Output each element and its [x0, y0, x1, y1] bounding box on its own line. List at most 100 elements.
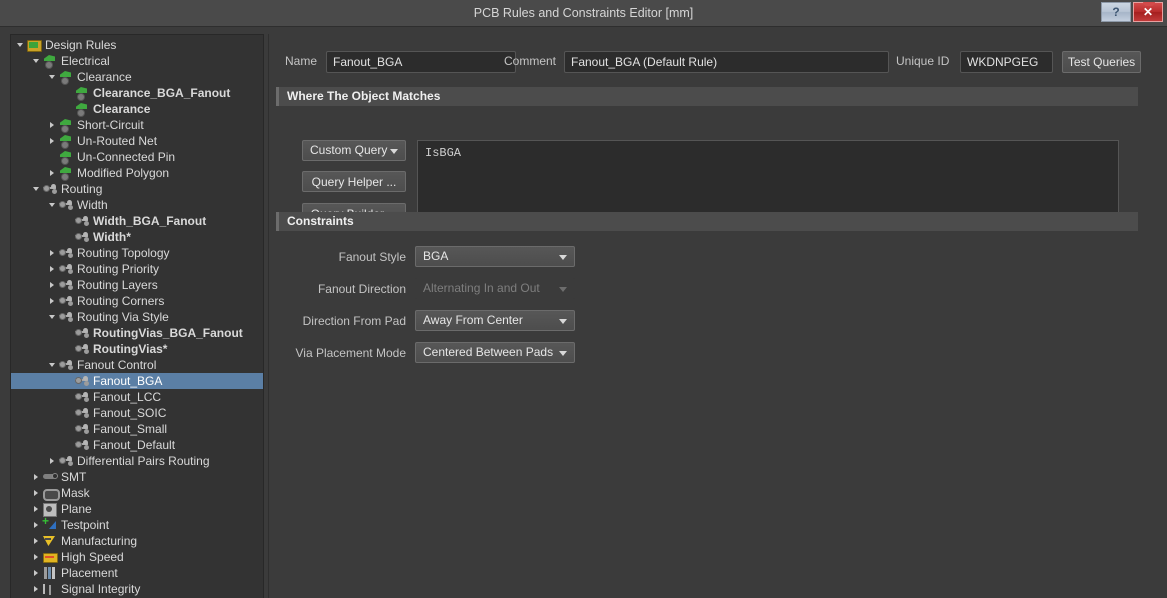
query-helper-button[interactable]: Query Helper ...	[302, 171, 406, 192]
tree-item-fanout-control[interactable]: Fanout Control	[11, 357, 263, 373]
tree-item-routingvias[interactable]: RoutingVias*	[11, 341, 263, 357]
expand-arrow-open-icon[interactable]	[31, 53, 42, 69]
expand-arrow-closed-icon[interactable]	[31, 517, 42, 533]
expand-arrow-closed-icon[interactable]	[47, 245, 58, 261]
tree-item-label: Plane	[61, 502, 92, 516]
route-icon	[58, 294, 74, 308]
constraint-dropdown-0[interactable]: BGA	[415, 246, 575, 267]
tree-item-label: Fanout_Default	[93, 438, 176, 452]
name-input[interactable]: Fanout_BGA	[326, 51, 516, 73]
expand-arrow-closed-icon[interactable]	[31, 581, 42, 597]
tree-item-fanout-lcc[interactable]: Fanout_LCC	[11, 389, 263, 405]
constraint-label-3: Via Placement Mode	[295, 346, 406, 360]
arrow-spacer	[63, 373, 74, 389]
tree-item-label: Fanout_Small	[93, 422, 168, 436]
expand-arrow-closed-icon[interactable]	[31, 501, 42, 517]
route-icon	[58, 198, 74, 212]
constraint-dropdown-3[interactable]: Centered Between Pads	[415, 342, 575, 363]
expand-arrow-closed-icon[interactable]	[31, 485, 42, 501]
tree-item-routing[interactable]: Routing	[11, 181, 263, 197]
tree-item-label: RoutingVias_BGA_Fanout	[93, 326, 243, 340]
expand-arrow-open-icon[interactable]	[47, 69, 58, 85]
expand-arrow-closed-icon[interactable]	[47, 165, 58, 181]
where-object-matches-body: Custom Query Query Helper ... Query Buil…	[276, 135, 1138, 224]
tree-item-fanout-small[interactable]: Fanout_Small	[11, 421, 263, 437]
tree-item-label: Fanout_LCC	[93, 390, 162, 404]
tree-item-routing-priority[interactable]: Routing Priority	[11, 261, 263, 277]
expand-arrow-closed-icon[interactable]	[47, 453, 58, 469]
expand-arrow-closed-icon[interactable]	[31, 469, 42, 485]
expand-arrow-closed-icon[interactable]	[47, 133, 58, 149]
tree-item-signal-integrity[interactable]: Signal Integrity	[11, 581, 263, 597]
comment-input[interactable]: Fanout_BGA (Default Rule)	[564, 51, 889, 73]
tree-item-un-connected-pin[interactable]: Un-Connected Pin	[11, 149, 263, 165]
tree-item-un-routed-net[interactable]: Un-Routed Net	[11, 133, 263, 149]
tree-item-fanout-default[interactable]: Fanout_Default	[11, 437, 263, 453]
design-rules-tree[interactable]: Design Rules Electrical Clearance Clearance…	[10, 34, 264, 598]
tree-item-fanout-bga[interactable]: Fanout_BGA	[11, 373, 263, 389]
unique-id-label: Unique ID	[896, 54, 950, 68]
tree-item-label: Mask	[61, 486, 90, 500]
tree-item-manufacturing[interactable]: Manufacturing	[11, 533, 263, 549]
constraint-dropdown-2[interactable]: Away From Center	[415, 310, 575, 331]
tree-item-clearance-bga-fanout[interactable]: Clearance_BGA_Fanout	[11, 85, 263, 101]
expand-arrow-open-icon[interactable]	[47, 357, 58, 373]
tree-item-mask[interactable]: Mask	[11, 485, 263, 501]
arrow-spacer	[63, 229, 74, 245]
elec-icon	[58, 166, 74, 181]
expand-arrow-closed-icon[interactable]	[31, 549, 42, 565]
expand-arrow-closed-icon[interactable]	[47, 261, 58, 277]
tree-item-modified-polygon[interactable]: Modified Polygon	[11, 165, 263, 181]
tree-item-routing-layers[interactable]: Routing Layers	[11, 277, 263, 293]
tree-item-routing-via-style[interactable]: Routing Via Style	[11, 309, 263, 325]
tree-item-width-bga-fanout[interactable]: Width_BGA_Fanout	[11, 213, 263, 229]
route-icon	[74, 326, 90, 340]
chevron-down-icon	[559, 319, 567, 324]
arrow-spacer	[63, 421, 74, 437]
tree-item-width[interactable]: Width	[11, 197, 263, 213]
elec-icon	[58, 134, 74, 149]
tree-item-label: RoutingVias*	[93, 342, 168, 356]
tree-item-high-speed[interactable]: High Speed	[11, 549, 263, 565]
tree-item-electrical[interactable]: Electrical	[11, 53, 263, 69]
constraint-label-1: Fanout Direction	[317, 282, 406, 296]
expand-arrow-closed-icon[interactable]	[47, 277, 58, 293]
tree-item-placement[interactable]: Placement	[11, 565, 263, 581]
panel-splitter[interactable]	[266, 34, 272, 598]
constraints-header: Constraints	[276, 212, 1138, 231]
expand-arrow-closed-icon[interactable]	[47, 117, 58, 133]
window-controls: ? ✕	[1101, 2, 1163, 24]
tree-item-clearance[interactable]: Clearance	[11, 69, 263, 85]
tree-item-fanout-soic[interactable]: Fanout_SOIC	[11, 405, 263, 421]
scope-dropdown[interactable]: Custom Query	[302, 140, 406, 161]
tree-item-short-circuit[interactable]: Short-Circuit	[11, 117, 263, 133]
constraints-body: Fanout Style BGA Fanout Direction Alternati…	[276, 232, 1138, 392]
tree-item-testpoint[interactable]: Testpoint	[11, 515, 263, 533]
test-queries-button[interactable]: Test Queries	[1062, 51, 1141, 73]
arrow-spacer	[63, 341, 74, 357]
elec-icon	[74, 102, 90, 117]
expand-arrow-open-icon[interactable]	[47, 197, 58, 213]
tree-item-routing-corners[interactable]: Routing Corners	[11, 293, 263, 309]
close-button[interactable]: ✕	[1133, 2, 1163, 22]
chevron-down-icon	[559, 255, 567, 260]
tree-item-label: Routing	[61, 182, 103, 196]
expand-arrow-open-icon[interactable]	[31, 181, 42, 197]
help-button[interactable]: ?	[1101, 2, 1131, 22]
expand-arrow-open-icon[interactable]	[15, 37, 26, 53]
elec-icon	[42, 54, 58, 69]
unique-id-input[interactable]: WKDNPGEG	[960, 51, 1053, 73]
tree-item-width[interactable]: Width*	[11, 229, 263, 245]
tree-item-design-rules[interactable]: Design Rules	[11, 37, 263, 53]
expand-arrow-closed-icon[interactable]	[31, 533, 42, 549]
constraint-dropdown-value: Alternating In and Out	[423, 281, 540, 295]
expand-arrow-open-icon[interactable]	[47, 309, 58, 325]
expand-arrow-closed-icon[interactable]	[47, 293, 58, 309]
tree-item-clearance[interactable]: Clearance	[11, 101, 263, 117]
tree-item-smt[interactable]: SMT	[11, 469, 263, 485]
tree-item-differential-pairs-routing[interactable]: Differential Pairs Routing	[11, 453, 263, 469]
tree-item-routingvias-bga-fanout[interactable]: RoutingVias_BGA_Fanout	[11, 325, 263, 341]
route-icon	[74, 342, 90, 356]
tree-item-routing-topology[interactable]: Routing Topology	[11, 245, 263, 261]
expand-arrow-closed-icon[interactable]	[31, 565, 42, 581]
